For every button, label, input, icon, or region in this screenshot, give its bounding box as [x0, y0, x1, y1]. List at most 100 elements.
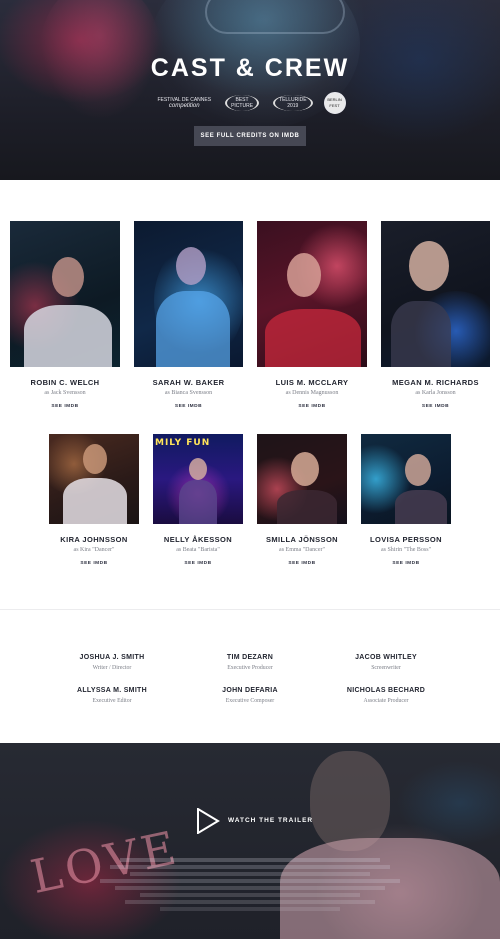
- cast-name: KIRA JOHNSSON: [60, 535, 128, 544]
- cast-photo[interactable]: [361, 434, 451, 524]
- cast-card: MEGAN M. RICHARDS as Karla Jonsson SEE I…: [381, 221, 490, 416]
- cast-name: SMILLA JÖNSSON: [266, 535, 338, 544]
- poster-credits-line: [100, 879, 400, 883]
- laurel-text: 2019: [287, 103, 299, 109]
- crew-member: NICHOLAS BECHARD Associate Producer: [311, 687, 461, 704]
- laurel-text: FEST: [329, 103, 340, 108]
- play-icon-svg: [197, 807, 220, 835]
- cast-photo[interactable]: [10, 221, 120, 367]
- photo-person: [391, 301, 451, 367]
- photo-person: [395, 490, 447, 524]
- cast-role: as Jack Svensson: [44, 390, 86, 396]
- see-full-credits-button[interactable]: SEE FULL CREDITS ON IMDB: [194, 126, 306, 146]
- crew-title: Executive Producer: [227, 665, 273, 671]
- photo-person: [83, 444, 107, 474]
- photo-person: [52, 257, 84, 297]
- cast-role: as Dennis Magnusson: [285, 390, 339, 396]
- cast-photo[interactable]: [134, 221, 243, 367]
- trailer-background-person: [310, 751, 390, 851]
- crew-name: ALLYSSA M. SMITH: [76, 687, 147, 694]
- crew-title: Executive Editor: [92, 698, 132, 704]
- laurel-text: PICTURE: [231, 103, 254, 109]
- cast-card: LUIS M. MCCLARY as Dennis Magnusson SEE …: [257, 221, 367, 416]
- cast-card: KIRA JOHNSSON as Kira "Dancer" SEE IMDB: [49, 434, 139, 574]
- poster-credits-line: [130, 872, 370, 876]
- section-divider: [0, 609, 500, 610]
- laurel-berlin-seal: BERLIN FEST: [323, 92, 346, 114]
- laurel-best-picture: BEST PICTURE: [222, 92, 262, 114]
- poster-credits-line: [125, 900, 375, 904]
- see-imdb-link[interactable]: SEE IMDB: [134, 404, 243, 409]
- cast-card: MILY FUN NELLY ÅKESSON as Beata "Barista…: [153, 434, 243, 574]
- poster-credits-line: [115, 886, 385, 890]
- cast-role: as Bianca Svensson: [164, 390, 213, 396]
- cast-role: as Shirin "The Boss": [380, 547, 432, 553]
- photo-person: [24, 305, 112, 367]
- cast-photo[interactable]: [49, 434, 139, 524]
- see-imdb-link[interactable]: SEE IMDB: [49, 561, 139, 566]
- crew-name: NICHOLAS BECHARD: [346, 687, 426, 694]
- poster-credits-line: [110, 865, 390, 869]
- crew-member: JACOB WHITLEY Screenwriter: [311, 654, 461, 671]
- crew-member: JOSHUA J. SMITH Writer / Director: [37, 654, 187, 671]
- poster-credits-line: [120, 858, 380, 862]
- laurel-cannes: FESTIVAL DE CANNES competition: [154, 92, 214, 114]
- crew-member: TIM DEZARN Executive Producer: [175, 654, 325, 671]
- photo-person: [63, 478, 127, 524]
- photo-person: [291, 452, 319, 486]
- see-imdb-link[interactable]: SEE IMDB: [10, 404, 120, 409]
- crew-name: JOHN DEFARIA: [222, 687, 278, 694]
- cast-photo[interactable]: [257, 221, 367, 367]
- poster-credits-line: [140, 893, 360, 897]
- photo-person: [405, 454, 431, 486]
- laurel-text: competition: [168, 103, 200, 109]
- cast-name: SARAH W. BAKER: [152, 378, 225, 387]
- cast-role: as Karla Jonsson: [415, 390, 456, 396]
- crew-title: Screenwriter: [371, 665, 401, 671]
- see-imdb-link[interactable]: SEE IMDB: [257, 561, 347, 566]
- crew-title: Writer / Director: [92, 665, 132, 671]
- photo-person: [176, 247, 206, 285]
- cast-name: LOVISA PERSSON: [369, 535, 442, 544]
- watch-trailer-link[interactable]: WATCH THE TRAILER: [228, 817, 313, 824]
- cast-name: MEGAN M. RICHARDS: [392, 378, 479, 387]
- play-icon[interactable]: [196, 807, 220, 835]
- cast-name: NELLY ÅKESSON: [163, 535, 233, 544]
- wreath-icon: BEST PICTURE: [225, 95, 260, 111]
- poster-credits-line: [160, 907, 340, 911]
- cast-role: as Kira "Dancer": [73, 547, 115, 553]
- cast-card: SARAH W. BAKER as Bianca Svensson SEE IM…: [134, 221, 243, 416]
- neon-sign-text: MILY FUN: [155, 438, 211, 448]
- poster-credits-block: [100, 855, 400, 914]
- see-imdb-link[interactable]: SEE IMDB: [381, 404, 490, 409]
- laurel-telluride: TELLURIDE 2019: [270, 92, 316, 114]
- photo-person: [277, 490, 337, 524]
- cast-role: as Beata "Barista": [176, 547, 220, 553]
- cast-role: as Emma "Dancer": [279, 547, 325, 553]
- cast-card: LOVISA PERSSON as Shirin "The Boss" SEE …: [361, 434, 451, 574]
- crew-name: JACOB WHITLEY: [355, 654, 417, 661]
- crew-name: TIM DEZARN: [226, 654, 274, 661]
- cast-card: ROBIN C. WELCH as Jack Svensson SEE IMDB: [10, 221, 120, 416]
- trailer-section: LOVE: [0, 743, 500, 939]
- crew-name: JOSHUA J. SMITH: [79, 654, 145, 661]
- festival-laurels: FESTIVAL DE CANNES competition BEST PICT…: [0, 92, 500, 114]
- cast-name: LUIS M. MCCLARY: [275, 378, 349, 387]
- photo-person: [287, 253, 321, 297]
- crew-member: JOHN DEFARIA Executive Composer: [175, 687, 325, 704]
- cast-name: ROBIN C. WELCH: [30, 378, 100, 387]
- crew-title: Executive Composer: [225, 698, 275, 704]
- see-imdb-link[interactable]: SEE IMDB: [153, 561, 243, 566]
- photo-person: [179, 480, 217, 524]
- hero-banner: CAST & CREW FESTIVAL DE CANNES competiti…: [0, 0, 500, 180]
- cast-photo[interactable]: MILY FUN: [153, 434, 243, 524]
- photo-person: [189, 458, 207, 480]
- see-imdb-link[interactable]: SEE IMDB: [361, 561, 451, 566]
- cast-photo[interactable]: [381, 221, 490, 367]
- wreath-icon: TELLURIDE 2019: [273, 95, 313, 111]
- cast-photo[interactable]: [257, 434, 347, 524]
- see-imdb-link[interactable]: SEE IMDB: [257, 404, 367, 409]
- photo-person: [156, 291, 230, 367]
- crew-title: Associate Producer: [363, 698, 409, 704]
- page-title: CAST & CREW: [150, 54, 350, 82]
